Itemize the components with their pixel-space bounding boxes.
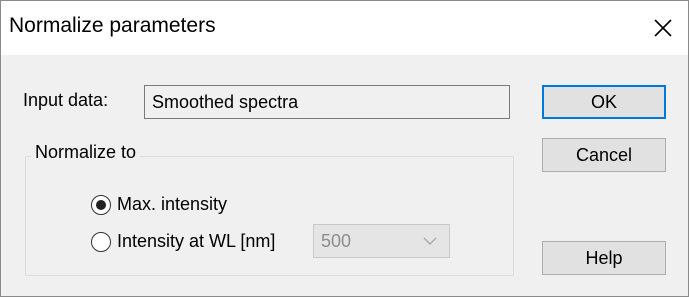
help-button[interactable]: Help (542, 241, 666, 275)
input-data-label: Input data: (23, 90, 109, 110)
radio-max-intensity-button[interactable] (91, 194, 111, 215)
chevron-down-icon (423, 237, 437, 245)
normalize-to-group (25, 156, 514, 276)
input-data-field[interactable]: Smoothed spectra (144, 85, 510, 119)
cancel-button[interactable]: Cancel (542, 138, 666, 172)
title-bar: Normalize parameters (1, 1, 688, 55)
normalize-parameters-dialog: Normalize parameters Input data: Smoothe… (0, 0, 689, 297)
radio-intensity-at-wl-button[interactable] (91, 231, 111, 252)
close-icon (654, 19, 672, 37)
radio-max-intensity[interactable]: Max. intensity (91, 194, 227, 215)
wavelength-select[interactable]: 500 (313, 224, 450, 258)
radio-intensity-at-wl[interactable]: Intensity at WL [nm] (91, 231, 275, 252)
normalize-to-label: Normalize to (31, 142, 141, 163)
ok-button[interactable]: OK (542, 85, 666, 119)
radio-intensity-at-wl-label: Intensity at WL [nm] (117, 231, 276, 251)
close-button[interactable] (645, 13, 681, 43)
dialog-title: Normalize parameters (9, 14, 216, 37)
radio-max-intensity-label: Max. intensity (117, 194, 228, 214)
wavelength-value: 500 (321, 231, 352, 251)
